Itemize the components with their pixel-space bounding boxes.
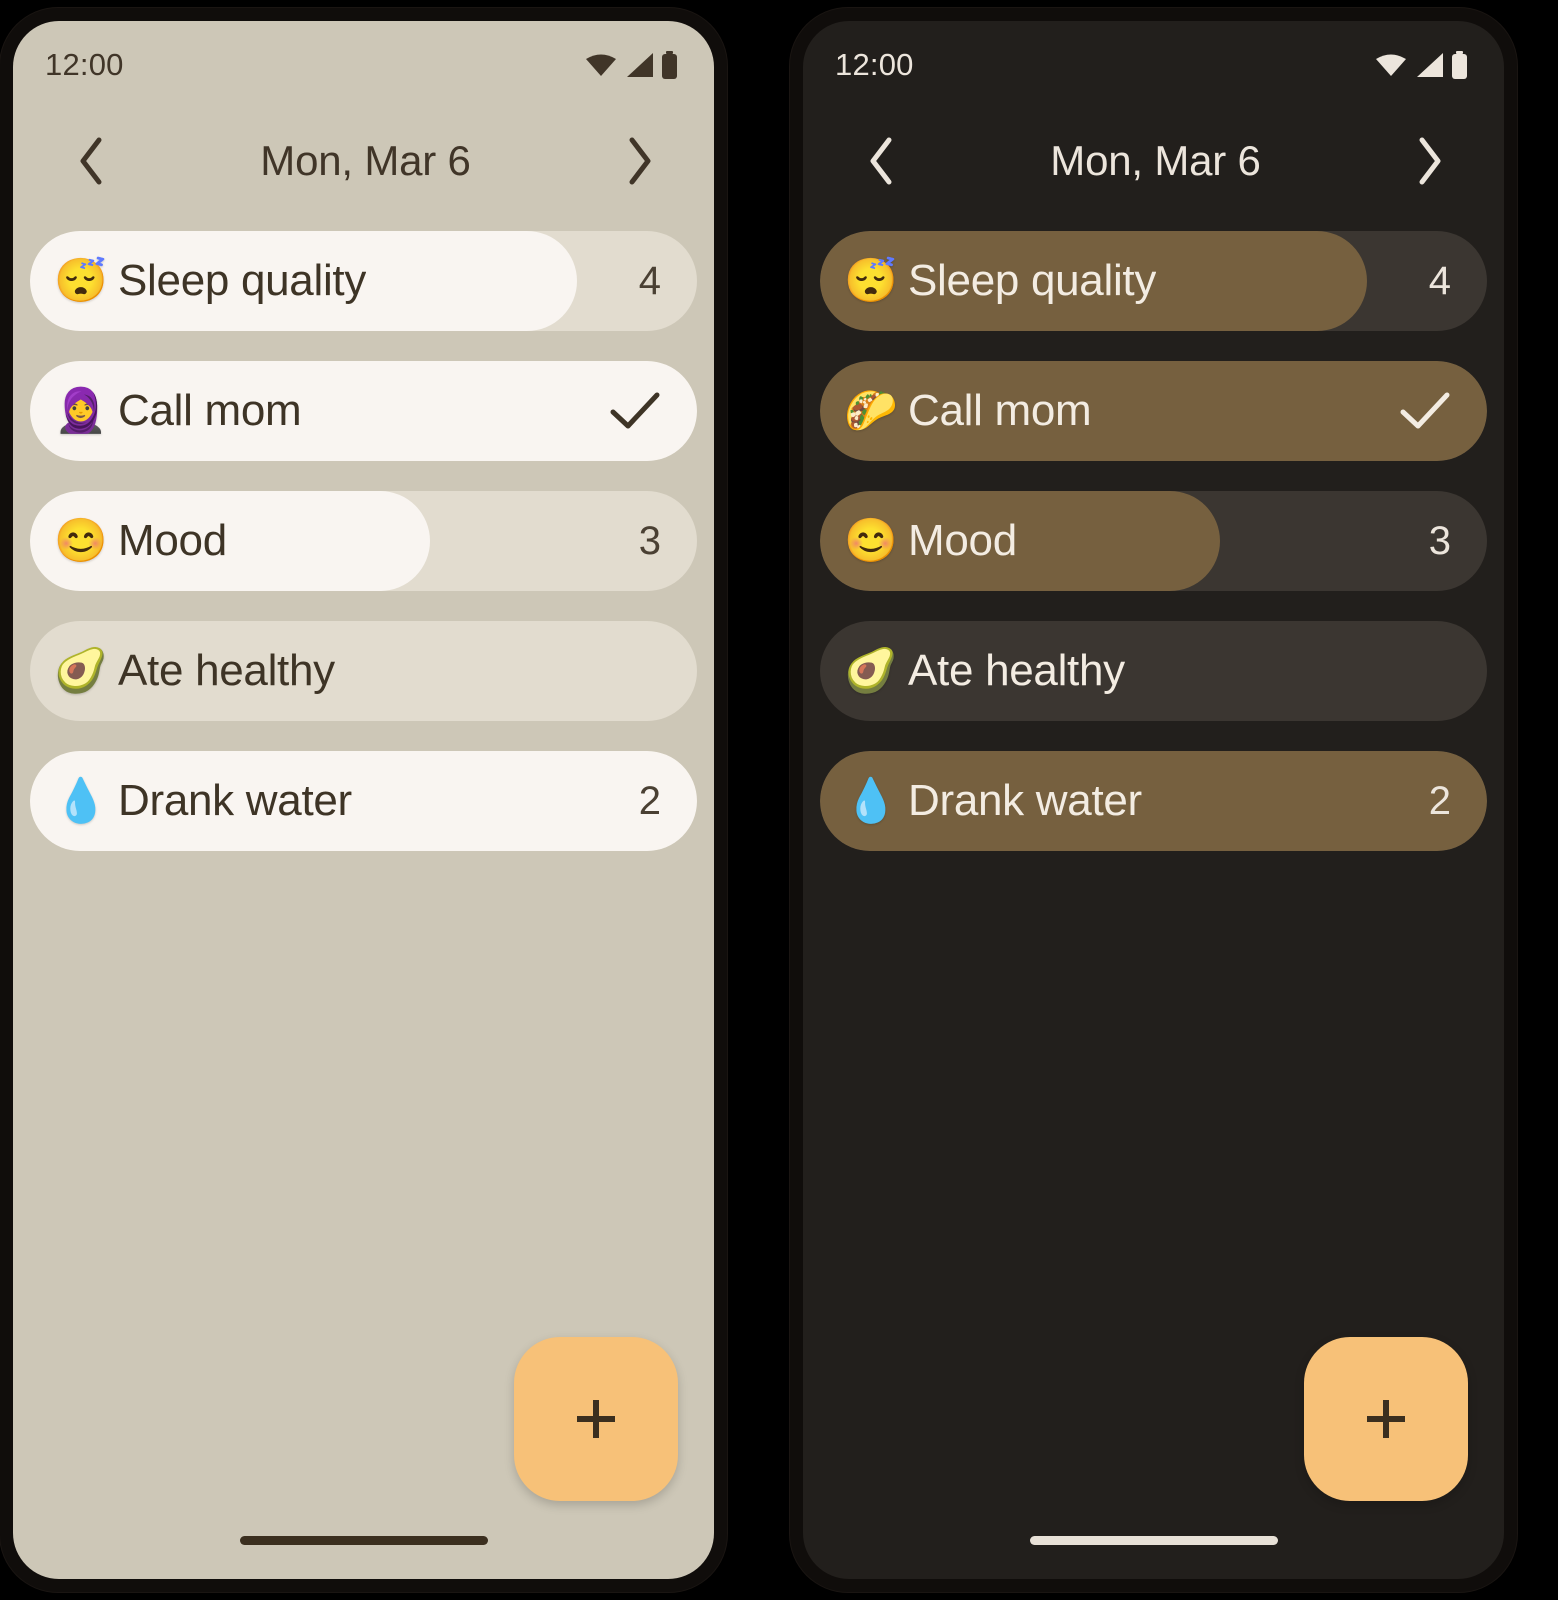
habit-row-content: 😊 Mood 3 <box>820 491 1487 591</box>
habit-value: 3 <box>638 518 661 563</box>
check-icon <box>609 391 661 431</box>
habit-row-drank-water[interactable]: 💧 Drank water 2 <box>30 751 697 851</box>
status-bar: 12:00 <box>13 21 714 109</box>
system-navigation-bar <box>803 1501 1504 1579</box>
screenshot-canvas: 12:00 Mon, Mar 6 😴 Sleep quality 4 🧕 Cal… <box>0 0 1558 1600</box>
habit-value: 2 <box>1428 778 1451 823</box>
habit-row-content: 💧 Drank water 2 <box>30 751 697 851</box>
habit-trailing: 3 <box>1395 519 1451 564</box>
phone-mockup-dark: 12:00 Mon, Mar 6 😴 Sleep quality 4 🌮 Cal… <box>790 8 1517 1592</box>
habit-trailing: 3 <box>605 519 661 564</box>
previous-day-button[interactable] <box>851 130 913 192</box>
habit-row-drank-water[interactable]: 💧 Drank water 2 <box>820 751 1487 851</box>
sleeping-face-emoji: 😴 <box>54 256 108 305</box>
habit-list: 😴 Sleep quality 4 🌮 Call mom 😊 Mood 3 🥑 … <box>803 213 1504 1337</box>
home-indicator[interactable] <box>239 1535 488 1545</box>
habit-trailing: 4 <box>1395 259 1451 304</box>
habit-name-label: Call mom <box>908 386 1092 435</box>
habit-row-content: 🌮 Call mom <box>820 361 1487 461</box>
habit-row-content: 🧕 Call mom <box>30 361 697 461</box>
habit-row-ate-healthy[interactable]: 🥑 Ate healthy <box>30 621 697 721</box>
habit-row-ate-healthy[interactable]: 🥑 Ate healthy <box>820 621 1487 721</box>
woman-with-headscarf-emoji: 🧕 <box>54 386 108 435</box>
cellular-signal-icon <box>1414 52 1444 78</box>
habit-value: 2 <box>638 778 661 823</box>
smiling-face-emoji: 😊 <box>54 516 108 565</box>
habit-row-content: 😴 Sleep quality 4 <box>820 231 1487 331</box>
habit-row-sleep-quality[interactable]: 😴 Sleep quality 4 <box>820 231 1487 331</box>
habit-trailing <box>1395 391 1451 431</box>
habit-row-mood[interactable]: 😊 Mood 3 <box>30 491 697 591</box>
habit-value: 4 <box>638 258 661 303</box>
screen-light: 12:00 Mon, Mar 6 😴 Sleep quality 4 🧕 Cal… <box>13 21 714 1579</box>
status-bar-icons <box>585 51 678 79</box>
habit-row-content: 😴 Sleep quality 4 <box>30 231 697 331</box>
next-day-button[interactable] <box>608 130 670 192</box>
habit-row-content: 🥑 Ate healthy <box>820 621 1487 721</box>
check-icon <box>1399 391 1451 431</box>
home-indicator[interactable] <box>1029 1535 1278 1545</box>
add-habit-button[interactable] <box>514 1337 678 1501</box>
habit-row-mood[interactable]: 😊 Mood 3 <box>820 491 1487 591</box>
habit-name-label: Drank water <box>118 776 352 825</box>
habit-row-content: 😊 Mood 3 <box>30 491 697 591</box>
fab-container <box>13 1337 714 1501</box>
wifi-icon <box>585 52 617 78</box>
habit-name-label: Ate healthy <box>908 646 1125 695</box>
system-navigation-bar <box>13 1501 714 1579</box>
phone-mockup-light: 12:00 Mon, Mar 6 😴 Sleep quality 4 🧕 Cal… <box>0 8 727 1592</box>
page-title: Mon, Mar 6 <box>1050 137 1261 184</box>
smiling-face-emoji: 😊 <box>844 516 898 565</box>
habit-trailing <box>605 391 661 431</box>
habit-name-label: Mood <box>118 516 227 565</box>
status-bar-clock: 12:00 <box>45 47 124 82</box>
habit-row-sleep-quality[interactable]: 😴 Sleep quality 4 <box>30 231 697 331</box>
habit-name-label: Mood <box>908 516 1017 565</box>
habit-row-call-mom[interactable]: 🧕 Call mom <box>30 361 697 461</box>
date-navigation: Mon, Mar 6 <box>803 109 1504 213</box>
habit-list: 😴 Sleep quality 4 🧕 Call mom 😊 Mood 3 🥑 … <box>13 213 714 1337</box>
taco-emoji: 🌮 <box>844 386 898 435</box>
habit-trailing: 4 <box>605 259 661 304</box>
droplet-emoji: 💧 <box>54 776 108 825</box>
habit-name-label: Drank water <box>908 776 1142 825</box>
sleeping-face-emoji: 😴 <box>844 256 898 305</box>
habit-value: 4 <box>1428 258 1451 303</box>
status-bar-icons <box>1375 51 1468 79</box>
habit-name-label: Call mom <box>118 386 302 435</box>
habit-name-label: Sleep quality <box>118 256 367 305</box>
habit-row-content: 💧 Drank water 2 <box>820 751 1487 851</box>
page-title: Mon, Mar 6 <box>260 137 471 184</box>
wifi-icon <box>1375 52 1407 78</box>
habit-trailing: 2 <box>1395 779 1451 824</box>
add-habit-button[interactable] <box>1304 1337 1468 1501</box>
habit-trailing: 2 <box>605 779 661 824</box>
fab-container <box>803 1337 1504 1501</box>
habit-name-label: Sleep quality <box>908 256 1157 305</box>
habit-name-label: Ate healthy <box>118 646 335 695</box>
screen-dark: 12:00 Mon, Mar 6 😴 Sleep quality 4 🌮 Cal… <box>803 21 1504 1579</box>
droplet-emoji: 💧 <box>844 776 898 825</box>
date-navigation: Mon, Mar 6 <box>13 109 714 213</box>
status-bar: 12:00 <box>803 21 1504 109</box>
habit-row-call-mom[interactable]: 🌮 Call mom <box>820 361 1487 461</box>
battery-icon <box>661 51 678 79</box>
avocado-emoji: 🥑 <box>844 646 898 695</box>
battery-icon <box>1451 51 1468 79</box>
status-bar-clock: 12:00 <box>835 47 914 82</box>
next-day-button[interactable] <box>1398 130 1460 192</box>
habit-row-content: 🥑 Ate healthy <box>30 621 697 721</box>
habit-value: 3 <box>1428 518 1451 563</box>
cellular-signal-icon <box>624 52 654 78</box>
previous-day-button[interactable] <box>61 130 123 192</box>
avocado-emoji: 🥑 <box>54 646 108 695</box>
